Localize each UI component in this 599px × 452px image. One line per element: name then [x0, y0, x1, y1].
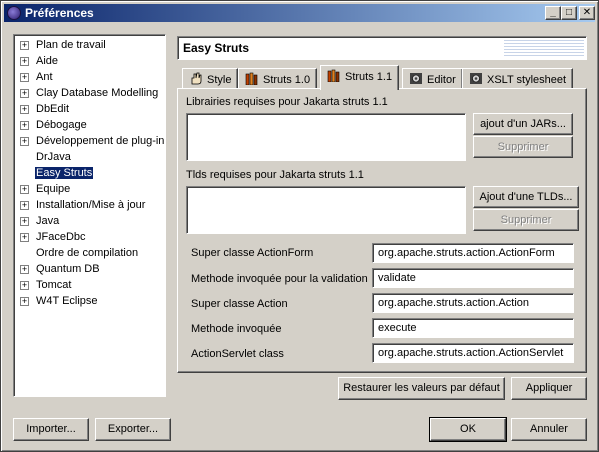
page-header: Easy Struts — [177, 36, 587, 60]
validation-method-label: Methode invoquée pour la validation — [191, 273, 368, 285]
actionform-superclass-field[interactable]: org.apache.struts.action.ActionForm — [372, 243, 574, 263]
tab-xslt-stylesheet[interactable]: XSLT stylesheet — [462, 68, 574, 89]
tab-struts-10[interactable]: Struts 1.0 — [238, 68, 318, 89]
expand-icon[interactable]: + — [20, 233, 29, 242]
action-superclass-label: Super classe Action — [191, 298, 288, 310]
restore-defaults-button[interactable]: Restaurer les valeurs par défaut — [338, 377, 505, 400]
actionform-superclass-label: Super classe ActionForm — [191, 247, 314, 259]
expand-icon[interactable]: + — [20, 73, 29, 82]
libs-list[interactable] — [186, 113, 466, 161]
tlds-list[interactable] — [186, 186, 466, 234]
expand-icon[interactable]: + — [20, 137, 29, 146]
cancel-button[interactable]: Annuler — [511, 418, 587, 441]
tab-style[interactable]: Style — [182, 68, 239, 89]
invoked-method-label: Methode invoquée — [191, 323, 282, 335]
actionservlet-class-field[interactable]: org.apache.struts.action.ActionServlet — [372, 343, 574, 363]
invoked-method-field[interactable]: execute — [372, 318, 574, 338]
action-superclass-field[interactable]: org.apache.struts.action.Action — [372, 293, 574, 313]
remove-tlds-button[interactable]: Supprimer — [473, 209, 579, 231]
import-button[interactable]: Importer... — [13, 418, 89, 441]
expand-icon[interactable]: + — [20, 57, 29, 66]
expand-icon[interactable]: + — [20, 201, 29, 210]
books-icon — [245, 72, 258, 85]
window-title: Préférences — [25, 6, 94, 20]
gear-icon — [410, 73, 422, 84]
expand-icon[interactable]: + — [20, 121, 29, 130]
expand-icon[interactable]: + — [20, 185, 29, 194]
expand-icon[interactable]: + — [20, 297, 29, 306]
gear-icon — [470, 73, 482, 84]
title-bar[interactable]: Préférences _ □ ✕ — [4, 4, 595, 22]
apply-button[interactable]: Appliquer — [511, 377, 587, 400]
add-jars-button[interactable]: ajout d'un JARs... — [473, 113, 573, 135]
expand-icon[interactable]: + — [20, 217, 29, 226]
hand-icon — [191, 72, 202, 85]
books-icon — [327, 69, 340, 82]
ok-button[interactable]: OK — [429, 417, 507, 442]
actionservlet-class-label: ActionServlet class — [191, 348, 284, 360]
expand-icon[interactable]: + — [20, 281, 29, 290]
libs-label: Librairies requises pour Jakarta struts … — [186, 96, 388, 108]
eclipse-icon — [7, 6, 21, 20]
remove-libs-button[interactable]: Supprimer — [473, 136, 573, 158]
export-button[interactable]: Exporter... — [95, 418, 171, 441]
preferences-tree[interactable]: + Plan de travail + Aide + Ant + Clay Databa… — [13, 34, 166, 397]
struts11-tab-panel: Librairies requises pour Jakarta struts … — [177, 88, 587, 373]
tab-editor[interactable]: Editor — [402, 68, 463, 89]
expand-icon[interactable]: + — [20, 41, 29, 50]
tlds-label: Tlds requises pour Jakarta struts 1.1 — [186, 169, 364, 181]
close-button[interactable]: ✕ — [579, 6, 595, 20]
preferences-window: Préférences _ □ ✕ + Plan de travail + Aide… — [0, 0, 599, 452]
validation-method-field[interactable]: validate — [372, 268, 574, 288]
expand-icon[interactable]: + — [20, 89, 29, 98]
expand-icon[interactable]: + — [20, 105, 29, 114]
add-tlds-button[interactable]: Ajout d'une TLDs... — [473, 186, 579, 208]
tab-struts-11[interactable]: Struts 1.1 — [320, 65, 400, 90]
header-banner — [504, 40, 584, 56]
maximize-button[interactable]: □ — [561, 6, 577, 20]
minimize-button[interactable]: _ — [545, 6, 561, 20]
expand-icon[interactable]: + — [20, 265, 29, 274]
page-title: Easy Struts — [183, 41, 250, 55]
